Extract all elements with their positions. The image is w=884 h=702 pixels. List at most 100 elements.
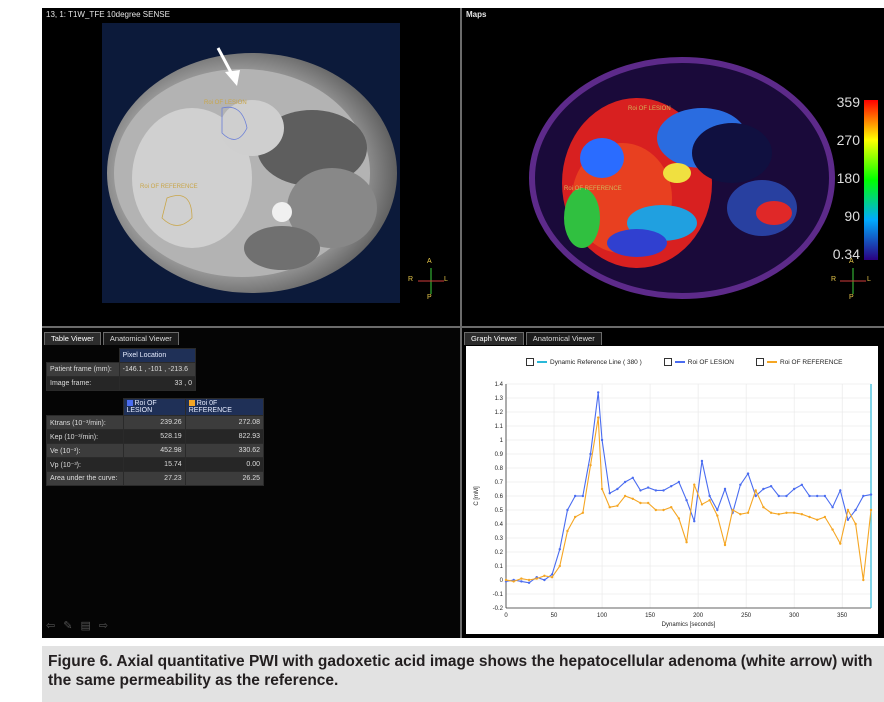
data-point-reference [854, 522, 857, 526]
y-axis-label: C [mM] [474, 486, 480, 506]
data-point-lesion [816, 494, 819, 498]
orientation-cross-icon [418, 268, 444, 294]
col-header-lesion: Roi OF LESION [122, 398, 186, 416]
map-orientation-cross-icon [840, 268, 866, 294]
data-point-lesion [777, 494, 780, 498]
roi-reference-label: Roi OF REFERENCE [140, 184, 198, 190]
data-point-lesion [573, 494, 577, 498]
data-point-lesion [723, 487, 727, 491]
colorbar-tick-270: 270 [836, 132, 860, 148]
colorbar-ticks: 359 270 180 90 0.34 [824, 94, 860, 264]
x-tick-label: 150 [645, 613, 656, 619]
data-point-reference [512, 580, 515, 583]
data-point-lesion [846, 518, 850, 521]
maps-pane[interactable]: Maps Roi OF LESION Roi OF REFERENCE 359 … [462, 8, 884, 328]
arrow-left-icon[interactable]: ⇦ [46, 619, 55, 632]
y-tick-label: -0.2 [493, 606, 504, 612]
data-point-lesion [616, 487, 619, 491]
data-point-lesion [716, 508, 719, 512]
data-point-lesion [527, 581, 531, 584]
series-line-lesion [505, 392, 872, 584]
colorbar [864, 100, 878, 260]
y-tick-label: 0.6 [495, 494, 504, 500]
data-point-lesion [608, 492, 611, 495]
data-point-lesion [693, 520, 696, 523]
col-header-reference: Roi 0F REFERENCE [184, 398, 265, 416]
grid-icon[interactable]: ▤ [80, 619, 90, 632]
col-reference-label: Roi 0F REFERENCE [188, 400, 232, 414]
data-point-reference [831, 528, 834, 531]
data-point-lesion [597, 391, 600, 394]
data-point-reference [785, 511, 788, 514]
graph-area[interactable]: Dynamic Reference Line ( 380 ) Roi OF LE… [466, 346, 878, 634]
y-tick-label: 0.5 [495, 508, 504, 514]
data-point-lesion [792, 487, 796, 491]
row-label: Area under the curve: [46, 471, 124, 486]
data-point-reference [700, 503, 704, 506]
data-point-lesion [823, 494, 827, 498]
data-point-lesion [662, 489, 665, 492]
y-tick-label: 0.2 [495, 550, 504, 556]
colorbar-tick-359: 359 [836, 94, 860, 110]
y-tick-label: 1.2 [495, 410, 504, 416]
table-row: Vp (10⁻³): 15.74 0.00 [46, 457, 265, 472]
data-point-reference [869, 508, 873, 512]
table-row: Ve (10⁻³): 452.98 330.62 [46, 443, 265, 458]
data-point-lesion [862, 494, 865, 498]
y-tick-label: 0.3 [495, 536, 504, 542]
x-tick-label: 0 [504, 613, 508, 619]
data-point-lesion [646, 486, 650, 489]
data-point-reference [639, 501, 642, 505]
y-tick-label: 1.3 [495, 396, 504, 402]
data-point-reference [608, 506, 611, 509]
data-point-reference [520, 577, 523, 580]
reference-value: 822.93 [184, 429, 265, 444]
lesion-value: 15.74 [122, 457, 186, 472]
reference-value: 272.08 [184, 415, 265, 430]
reference-swatch [188, 400, 195, 407]
data-point-reference [862, 578, 865, 582]
data-point-lesion [754, 494, 757, 498]
table-row: Kep (10⁻³/min): 528.19 822.93 [46, 429, 265, 444]
data-point-lesion [739, 483, 742, 486]
data-point-reference [823, 515, 827, 519]
tab-anatomical-viewer[interactable]: Anatomical Viewer [102, 332, 179, 345]
map-orient-anterior: A [849, 258, 854, 265]
x-tick-label: 100 [597, 613, 608, 619]
data-point-lesion [623, 480, 627, 484]
tab-graph-viewer[interactable]: Graph Viewer [464, 332, 524, 345]
lesion-value: 27.23 [122, 471, 186, 486]
image-frame-value: 33 , 0 [118, 376, 197, 391]
data-point-lesion [839, 489, 842, 492]
data-point-reference [716, 514, 719, 517]
y-tick-label: 1.4 [495, 382, 504, 388]
t1w-image-pane[interactable]: 13, 1: T1W_TFE 10degree SENSE Roi OF LES… [42, 8, 462, 328]
data-point-lesion [566, 508, 569, 512]
colorbar-tick-90: 90 [844, 208, 860, 224]
data-point-reference [677, 517, 681, 520]
tab-table-viewer[interactable]: Table Viewer [44, 332, 101, 345]
pencil-icon[interactable]: ✎ [63, 619, 72, 632]
figure-caption: Figure 6. Axial quantitative PWI with ga… [42, 646, 884, 702]
data-point-reference [589, 464, 592, 467]
graph-viewer-tabs: Graph Viewer Anatomical Viewer [464, 332, 604, 345]
data-point-lesion [654, 489, 658, 492]
table-viewer-tabs: Table Viewer Anatomical Viewer [44, 332, 181, 345]
lesion-value: 452.98 [122, 443, 186, 458]
colorbar-tick-min: 0.34 [832, 246, 860, 262]
data-point-lesion [769, 485, 773, 488]
data-point-reference [535, 577, 538, 580]
data-point-lesion [785, 494, 788, 498]
tab-graph-anatomical-viewer[interactable]: Anatomical Viewer [525, 332, 602, 345]
arrow-right-icon[interactable]: ⇨ [99, 619, 108, 632]
roi-lesion-label: Roi OF LESION [204, 100, 247, 106]
x-tick-label: 200 [693, 613, 704, 619]
data-point-reference [746, 511, 750, 514]
data-point-lesion [589, 452, 592, 456]
data-point-reference [685, 541, 688, 544]
data-point-reference [646, 501, 650, 505]
caption-text: Figure 6. Axial quantitative PWI with ga… [48, 653, 873, 689]
data-point-reference [769, 511, 773, 514]
data-point-reference [566, 529, 569, 533]
data-point-reference [762, 506, 765, 509]
